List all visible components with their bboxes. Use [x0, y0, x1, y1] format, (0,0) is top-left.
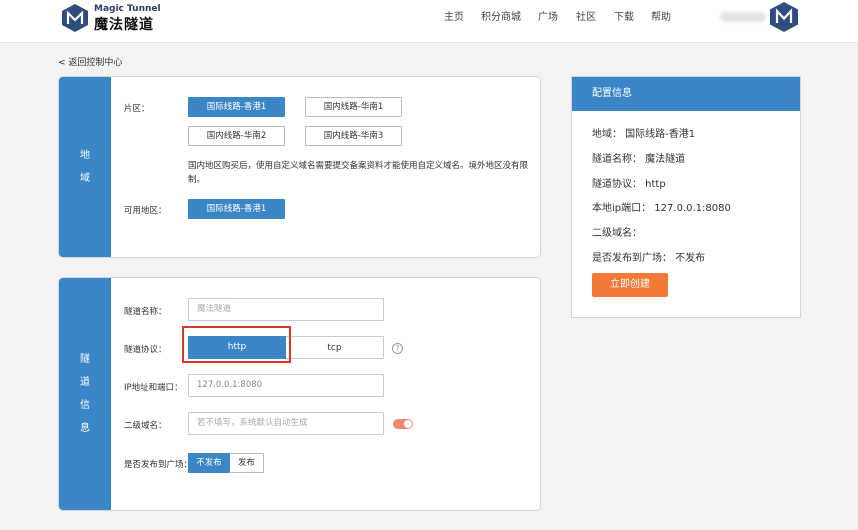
nav-square[interactable]: 广场 — [538, 0, 558, 36]
nav-download[interactable]: 下载 — [614, 0, 634, 36]
config-row-tunnel-name: 隧道名称： 魔法隧道 — [592, 154, 686, 165]
publish-no-button[interactable]: 不发布 — [188, 453, 230, 473]
toggle-knob — [404, 420, 412, 428]
nav-community[interactable]: 社区 — [576, 0, 596, 36]
region-side-label: 地 域 — [59, 77, 111, 257]
username-blurred[interactable] — [720, 12, 766, 22]
ip-port-label: IP地址和端口： — [124, 383, 183, 393]
publish-yes-button[interactable]: 发布 — [230, 453, 264, 473]
subdomain-input[interactable]: 若不填写，系统默认自动生成 — [188, 412, 384, 435]
region-note: 国内地区购买后，使用自定义域名需要提交备案资料才能使用自定义域名。境外地区没有限… — [188, 161, 529, 185]
top-header: Magic Tunnel 魔法隧道 主页 积分商城 广场 社区 下载 帮助 — [0, 0, 858, 43]
user-avatar-icon[interactable] — [769, 1, 799, 33]
tunnel-info-side-label: 隧 道 信 息 — [59, 278, 111, 510]
protocol-tcp-button[interactable]: tcp — [286, 336, 384, 359]
nav-points-mall[interactable]: 积分商城 — [481, 0, 521, 36]
brand-name-en: Magic Tunnel — [94, 4, 161, 14]
magic-tunnel-logo-icon[interactable] — [60, 3, 90, 33]
tunnel-protocol-label: 隧道协议： — [124, 345, 167, 355]
nav-help[interactable]: 帮助 — [651, 0, 671, 36]
config-title: 配置信息 — [572, 77, 800, 111]
nav-home[interactable]: 主页 — [444, 0, 464, 36]
config-row-local-ip: 本地ip端口： 127.0.0.1:8080 — [592, 203, 731, 214]
zone-option-south2[interactable]: 国内线路-华南2 — [188, 126, 285, 146]
region-card: 地 域 片区： 国际线路-香港1 国内线路-华南1 国内线路-华南2 国内线路-… — [58, 76, 541, 258]
tunnel-name-input[interactable]: 魔法隧道 — [188, 298, 384, 321]
brand-name-cn: 魔法隧道 — [94, 17, 154, 33]
subdomain-label: 二级域名： — [124, 421, 167, 431]
zone-option-hk1[interactable]: 国际线路-香港1 — [188, 97, 285, 117]
tunnel-name-label: 隧道名称： — [124, 307, 167, 317]
back-to-console-link[interactable]: < 返回控制中心 — [58, 55, 122, 68]
ip-port-input[interactable]: 127.0.0.1:8080 — [188, 374, 384, 397]
highlight-box — [182, 326, 291, 363]
subdomain-toggle[interactable] — [393, 419, 413, 429]
available-region-hk1[interactable]: 国际线路-香港1 — [188, 199, 285, 219]
create-now-button[interactable]: 立即创建 — [592, 273, 668, 297]
zone-option-south3[interactable]: 国内线路-华南3 — [305, 126, 402, 146]
protocol-help-icon[interactable]: ? — [392, 343, 403, 354]
config-row-protocol: 隧道协议： http — [592, 179, 666, 190]
zone-label: 片区： — [124, 104, 150, 114]
config-panel: 配置信息 地域： 国际线路-香港1 隧道名称： 魔法隧道 隧道协议： http … — [571, 76, 801, 318]
publish-label: 是否发布到广场： — [124, 460, 193, 470]
config-row-subdomain: 二级域名： — [592, 228, 642, 239]
config-row-publish: 是否发布到广场： 不发布 — [592, 253, 706, 264]
tunnel-info-card: 隧 道 信 息 隧道名称： 魔法隧道 隧道协议： http tcp ? IP地址… — [58, 277, 541, 511]
config-row-region: 地域： 国际线路-香港1 — [592, 129, 696, 140]
zone-option-south1[interactable]: 国内线路-华南1 — [305, 97, 402, 117]
available-region-label: 可用地区： — [124, 206, 167, 216]
